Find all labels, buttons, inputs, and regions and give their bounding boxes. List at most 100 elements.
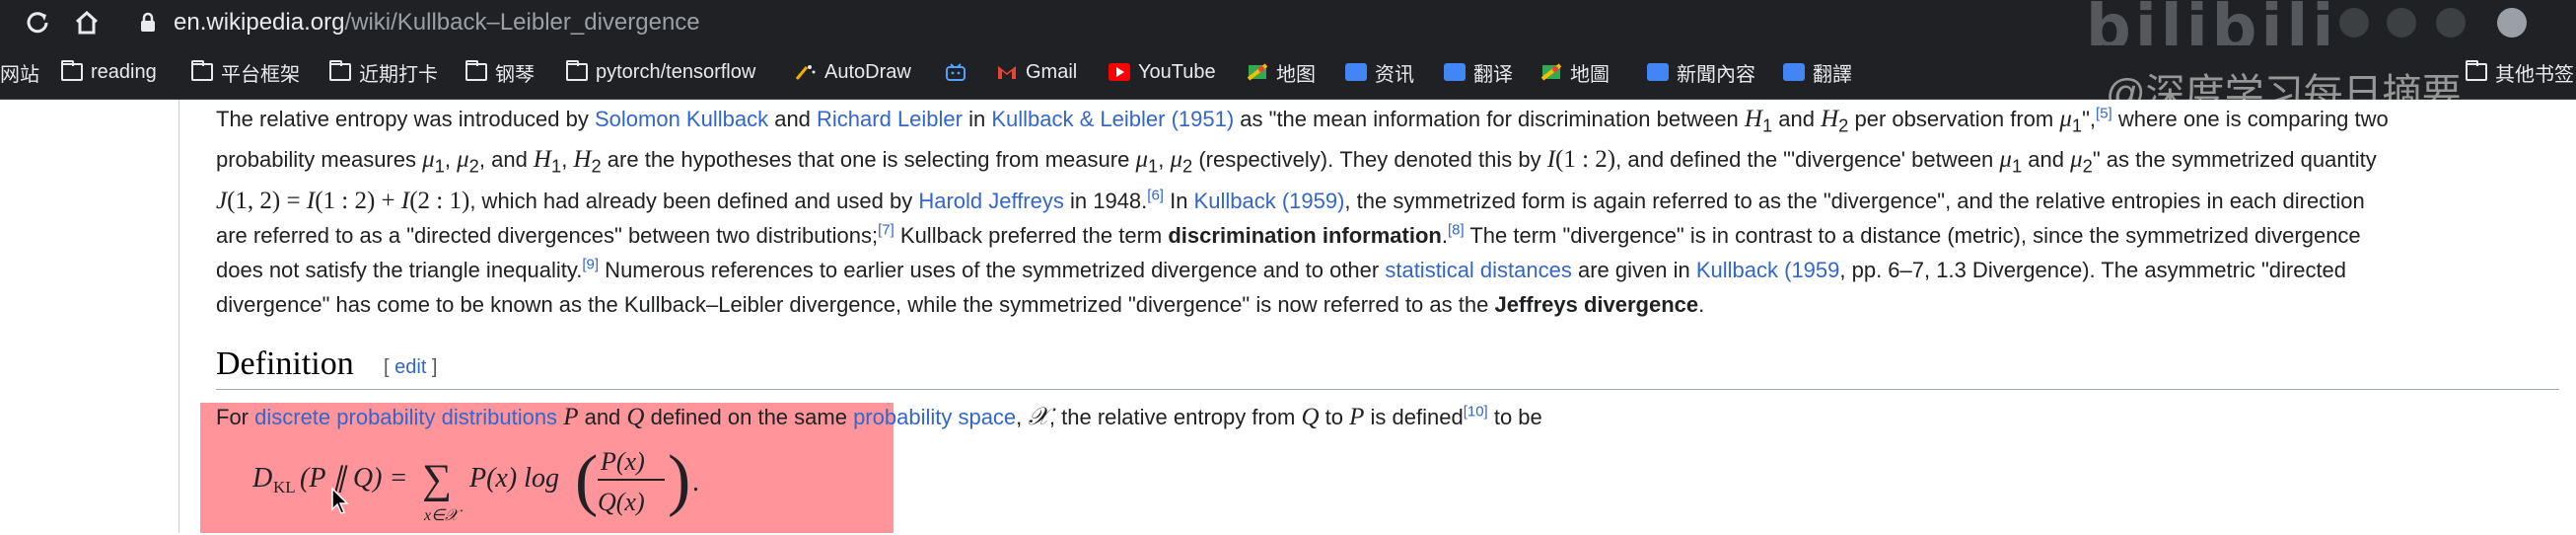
bookmark-translate[interactable]: 翻译 [1444, 58, 1513, 86]
citation-7[interactable]: [7] [878, 221, 894, 238]
bookmark-news[interactable]: 资讯 [1345, 58, 1414, 86]
bookmark-maps-traditional[interactable]: 地圖 [1540, 58, 1610, 86]
math-sub: 1 [550, 155, 562, 177]
history-section: The relative entropy was introduced by S… [216, 102, 2555, 322]
bookmark-label: 地圖 [1570, 63, 1610, 86]
text: The term "divergence" is in contrast to … [1464, 222, 2361, 248]
text: , the relative entropy from [1048, 405, 1302, 429]
math-sub: 1 [1148, 155, 1159, 177]
bookmark-youtube[interactable]: YouTube [1109, 58, 1216, 86]
math-var: I [1546, 146, 1556, 174]
link-kullback-1959[interactable]: Kullback (1959) [1194, 189, 1345, 213]
bookmark-reading[interactable]: reading [61, 58, 157, 86]
text: , the symmetrized form is again referred… [1344, 188, 2365, 213]
bookmark-gmail[interactable]: Gmail [996, 58, 1077, 86]
math-var: μ [2059, 106, 2072, 132]
bookmark-label: 资讯 [1375, 63, 1414, 86]
text: , [1158, 147, 1171, 173]
url-field[interactable]: en.wikipedia.org/wiki/Kullback–Leibler_d… [174, 9, 700, 37]
text: does not satisfy the triangle inequality… [216, 257, 583, 282]
bookmark-label: YouTube [1138, 60, 1216, 83]
formula-lhs: (P ∥ Q) = [300, 463, 407, 494]
citation-5[interactable]: [5] [2096, 106, 2112, 122]
bookmark-news-traditional[interactable]: 新聞內容 [1647, 58, 1755, 86]
paragraph-line-2: probability measures μ1, μ2, and H1, H2 … [216, 142, 2555, 183]
bookmark-label: 翻译 [1473, 63, 1513, 86]
bookmark-websites[interactable]: 网站 [0, 58, 39, 86]
math-var: P [563, 404, 579, 430]
lock-icon[interactable] [138, 12, 158, 34]
link-harold-jeffreys[interactable]: Harold Jeffreys [918, 189, 1064, 213]
link-discrete-probability-distributions[interactable]: discrete probability distributions [254, 405, 557, 429]
folder-icon [329, 60, 351, 81]
formula-denominator: Q(x) [598, 488, 645, 516]
text: as "the mean information for discriminat… [1234, 107, 1745, 131]
citation-6[interactable]: [6] [1147, 187, 1164, 203]
math-sub: 2 [1182, 155, 1193, 177]
math-sub: 2 [591, 155, 602, 177]
text: The relative entropy was introduced by [216, 107, 595, 131]
link-probability-space[interactable]: probability space [853, 405, 1016, 429]
text: , and [478, 147, 534, 173]
bookmark-label: Gmail [1026, 60, 1078, 83]
youtube-icon [1109, 63, 1130, 81]
citation-8[interactable]: [8] [1448, 221, 1465, 238]
math-var: Q [626, 404, 645, 430]
link-statistical-distances[interactable]: statistical distances [1385, 258, 1572, 282]
text: are referred to as a "directed divergenc… [216, 222, 879, 248]
bookmark-autodraw[interactable]: AutoDraw [795, 58, 911, 86]
section-heading: Definition [216, 345, 354, 382]
bracket: ] [426, 356, 438, 378]
formula-sum-subscript: x∈𝒳 [423, 507, 464, 524]
formula-kl-subscript: KL [273, 478, 296, 497]
extension-icon[interactable] [2387, 8, 2416, 38]
citation-10[interactable]: [10] [1464, 404, 1488, 420]
bookmark-bilibili[interactable] [945, 58, 974, 86]
text: and [578, 405, 627, 429]
url-path: /wiki/Kullback–Leibler_divergence [344, 9, 700, 36]
bookmark-recent-checkin[interactable]: 近期打卡 [329, 58, 438, 86]
bookmark-piano[interactable]: 钢琴 [465, 58, 535, 86]
kl-formula: D KL (P ∥ Q) = ∑ x∈𝒳 P(x) log ( P(x) Q(x… [251, 441, 706, 530]
math-var: I [306, 187, 316, 214]
profile-avatar-icon[interactable] [2497, 8, 2527, 38]
home-icon[interactable] [71, 7, 103, 38]
text: per observation from [1848, 107, 2060, 131]
citation-9[interactable]: [9] [582, 256, 599, 272]
bookmark-maps[interactable]: 地图 [1247, 58, 1316, 86]
text: , [1016, 405, 1029, 429]
text: in [963, 107, 992, 131]
bookmark-platform-frameworks[interactable]: 平台框架 [191, 58, 300, 86]
formula-period: . [692, 467, 699, 497]
bookmark-pytorch-tensorflow[interactable]: pytorch/tensorflow [566, 58, 755, 86]
link-kullback-leibler-1951[interactable]: Kullback & Leibler (1951) [991, 107, 1234, 131]
text: probability measures [216, 147, 423, 173]
link-richard-leibler[interactable]: Richard Leibler [817, 107, 963, 131]
paragraph-line-6: divergence" has come to be known as the … [216, 287, 2555, 322]
link-kullback-1959-pages[interactable]: Kullback (1959 [1696, 258, 1840, 282]
bookmark-label: 近期打卡 [359, 63, 438, 86]
link-solomon-kullback[interactable]: Solomon Kullback [595, 107, 768, 131]
text: In [1163, 188, 1194, 213]
text: For [216, 405, 255, 429]
reload-icon[interactable] [22, 7, 53, 38]
math-sub: 1 [1761, 115, 1773, 136]
math-sub: 2 [468, 155, 479, 177]
math-sub: 2 [1838, 115, 1849, 136]
math-expr: (1 : 2) + [315, 187, 401, 214]
edit-link[interactable]: edit [394, 356, 426, 378]
bookmark-translate-traditional[interactable]: 翻譯 [1783, 58, 1852, 86]
sidebar-icon[interactable] [2436, 8, 2466, 38]
share-icon[interactable] [2339, 8, 2369, 38]
folder-icon [61, 60, 83, 81]
bold-term: Jeffreys divergence [1494, 291, 1699, 317]
math-var: Q [1301, 404, 1320, 430]
bookmark-label: 其他书签 [2495, 63, 2574, 86]
bookmark-other-bookmarks[interactable]: 其他书签 [2466, 58, 2574, 86]
folder-icon [191, 60, 213, 81]
text: , [561, 147, 574, 173]
bilibili-icon [945, 63, 966, 81]
text: to [1319, 405, 1350, 429]
definition-heading-row: Definition [ edit ] [216, 345, 2559, 390]
math-sub: 1 [2011, 155, 2023, 177]
